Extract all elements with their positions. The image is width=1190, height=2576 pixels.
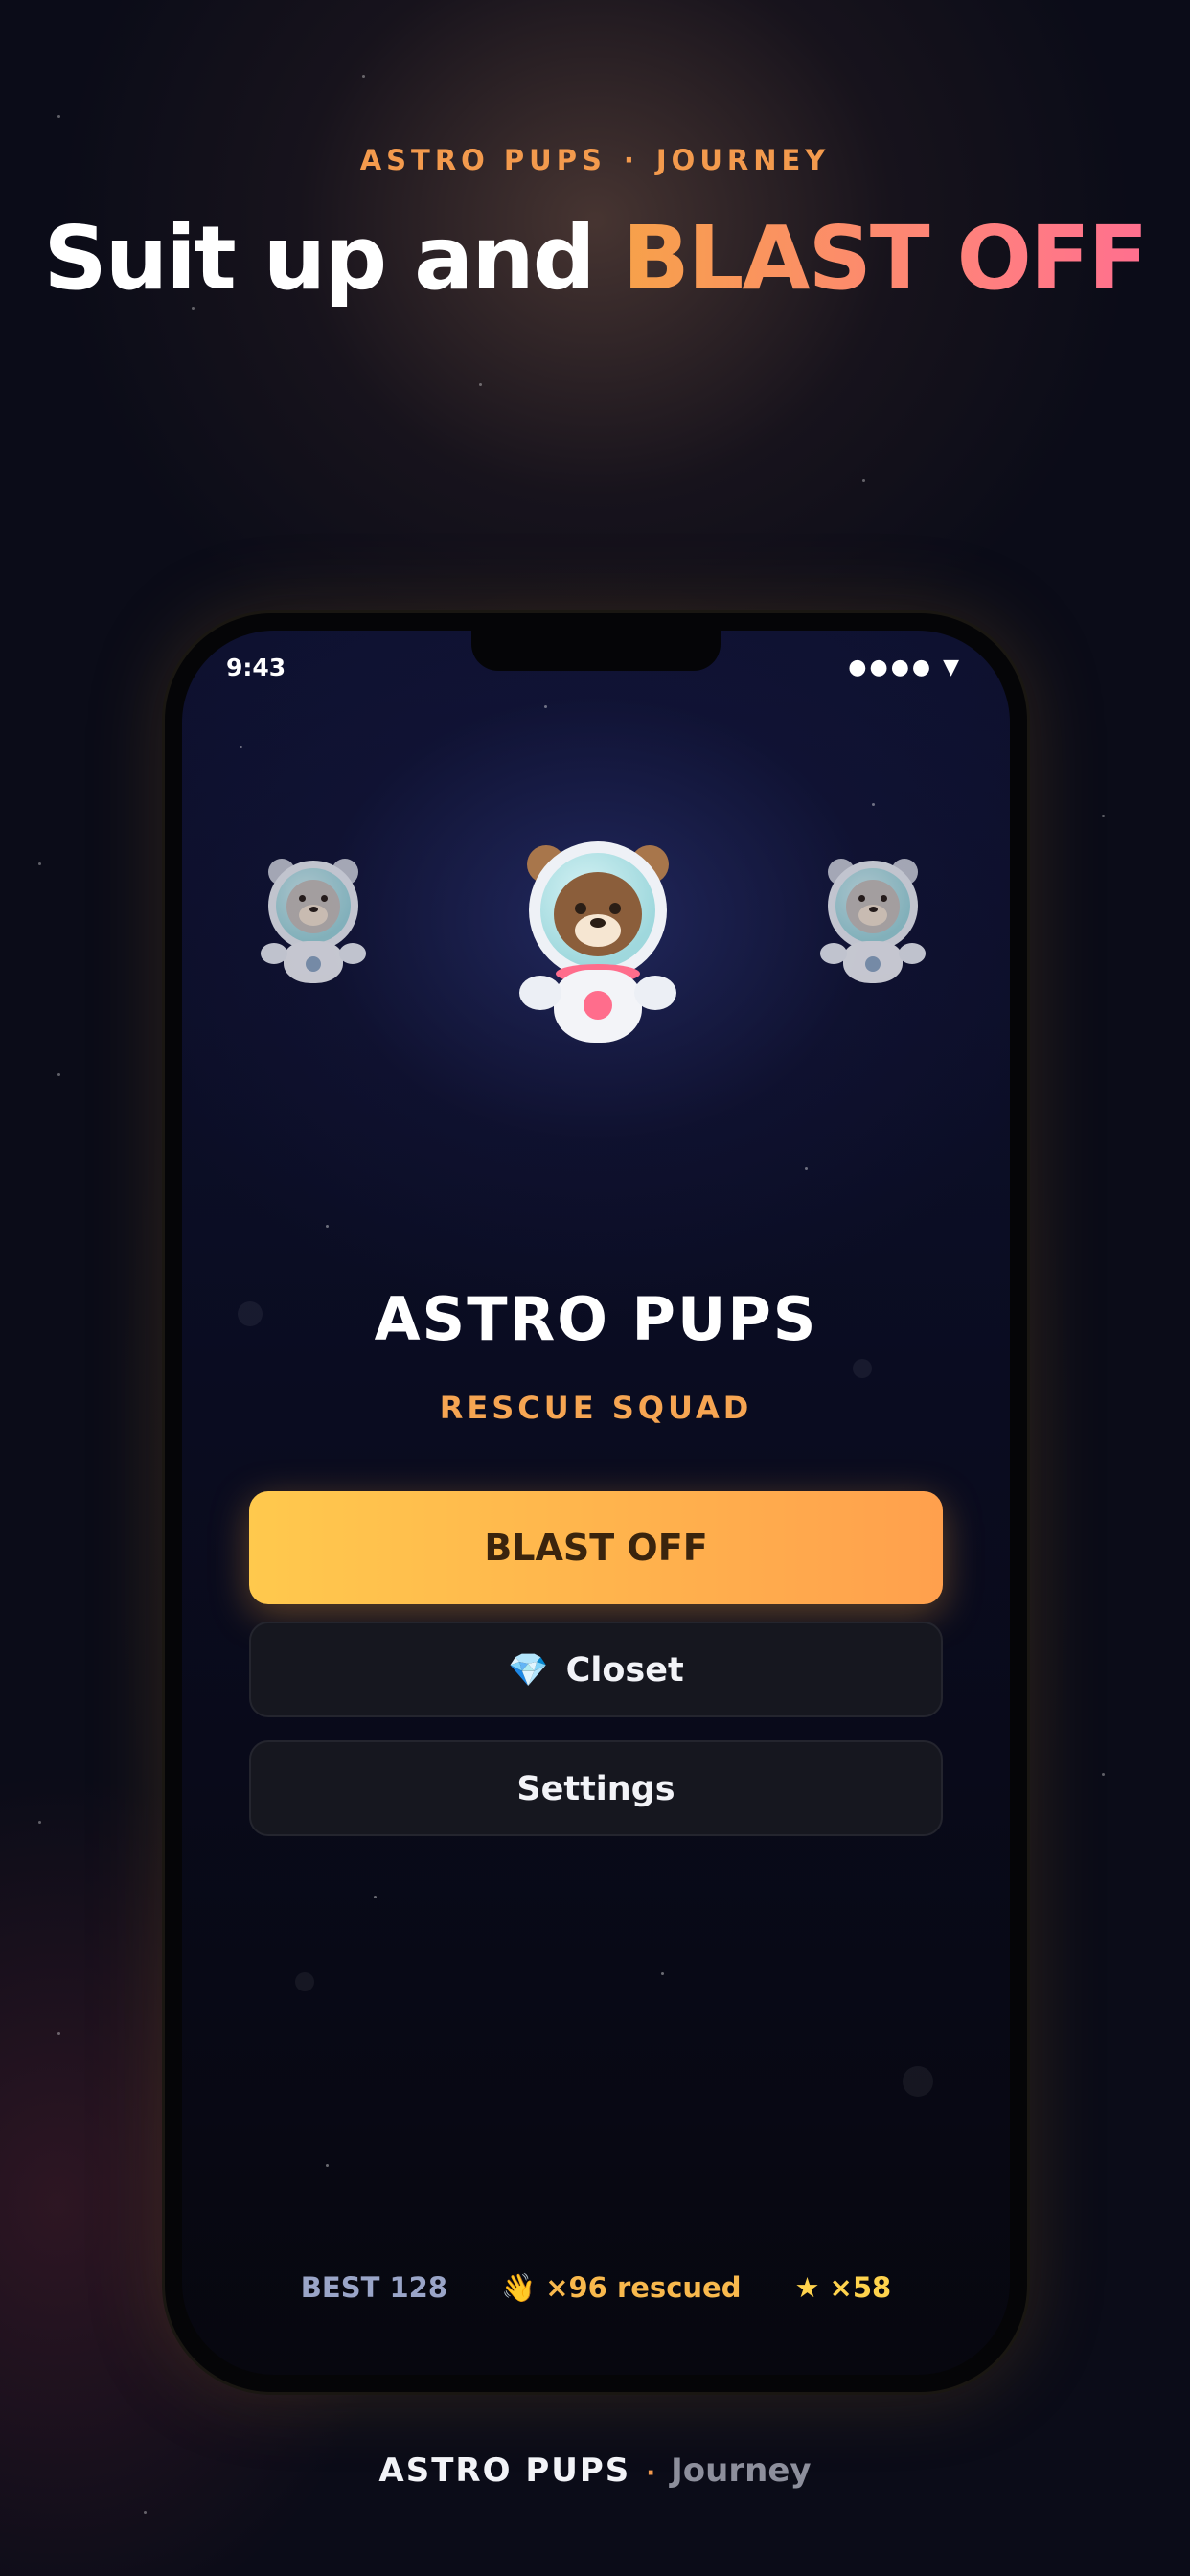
signal-wifi-icons: ●●●● ▼ <box>848 656 962 679</box>
kicker-page: JOURNEY <box>655 144 831 176</box>
planet <box>903 2066 933 2097</box>
footer-separator: · <box>646 2459 656 2488</box>
footer-brand: ASTRO PUPS <box>378 2451 631 2490</box>
planet <box>295 1972 314 1991</box>
planet <box>853 1359 872 1378</box>
bear-mascot-left <box>261 857 366 983</box>
blast-off-button[interactable]: BLAST OFF <box>249 1491 943 1604</box>
kicker-brand: ASTRO PUPS <box>359 144 606 176</box>
kicker-separator: · <box>623 144 639 176</box>
closet-button[interactable]: 💎 Closet <box>249 1622 943 1717</box>
bear-mascot-right <box>820 857 926 983</box>
headline: Suit up and BLAST OFF <box>0 201 1190 316</box>
rescued-count: 👋 ×96 rescued <box>501 2271 742 2304</box>
closet-label: Closet <box>565 1651 684 1690</box>
bear-mascot-center <box>519 841 676 1043</box>
notch <box>471 631 721 671</box>
phone-screen: 9:43 ●●●● ▼ ASTRO PUPS RESCUE SQUAD BLAS… <box>182 631 1010 2375</box>
kicker: ASTRO PUPS · JOURNEY <box>0 144 1190 176</box>
stats-bar: BEST 128 👋 ×96 rescued ★ ×58 <box>182 2271 1010 2305</box>
best-score: BEST 128 <box>300 2271 447 2304</box>
status-time: 9:43 <box>226 654 286 681</box>
app-subtitle: RESCUE SQUAD <box>439 1390 753 1426</box>
gem-icon: 💎 <box>508 1651 549 1690</box>
headline-plain: Suit up and <box>43 207 623 310</box>
footer-page: Journey <box>671 2451 812 2490</box>
settings-button[interactable]: Settings <box>249 1740 943 1836</box>
headline-accent: BLAST OFF <box>622 207 1149 310</box>
phone-frame: 9:43 ●●●● ▼ ASTRO PUPS RESCUE SQUAD BLAS… <box>165 613 1027 2392</box>
footer: ASTRO PUPS · Journey <box>0 2451 1190 2490</box>
star-count: ★ ×58 <box>794 2271 892 2304</box>
app-title: ASTRO PUPS <box>374 1284 818 1354</box>
